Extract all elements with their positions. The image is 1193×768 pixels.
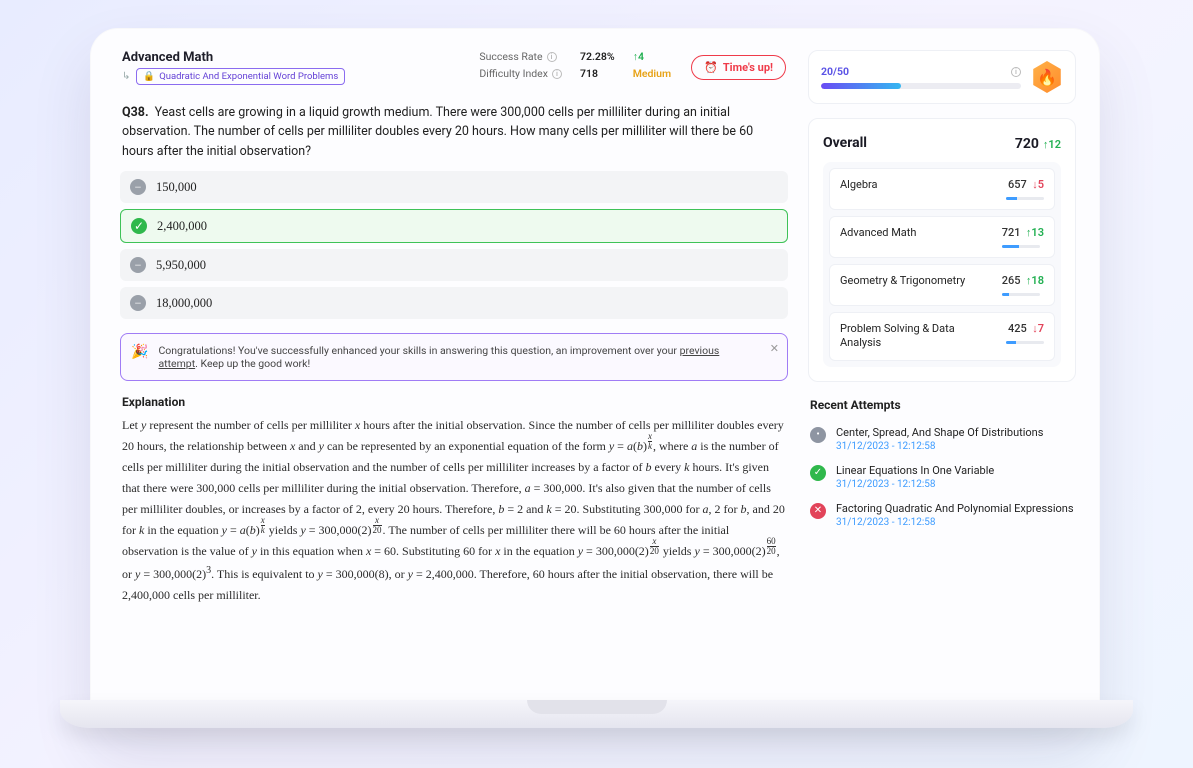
choice-label: 5,950,000: [156, 258, 206, 273]
minus-icon: −: [130, 295, 146, 311]
sidebar: 20/50 i 🔥 Overall 720 ↑12 Algebra 65: [808, 50, 1076, 706]
info-icon[interactable]: i: [1011, 67, 1021, 77]
timer-badge: ⏰ Time's up!: [691, 55, 786, 80]
attempt-date: 31/12/2023 - 12:12:58: [836, 479, 994, 490]
question-header: Advanced Math ↳ 🔒 Quadratic And Exponent…: [114, 50, 794, 93]
category-score: 657: [1008, 178, 1027, 191]
category-score: 265: [1002, 274, 1021, 287]
recent-attempt-item[interactable]: • Center, Spread, And Shape Of Distribut…: [808, 420, 1076, 458]
explanation-body: Let y represent the number of cells per …: [114, 415, 794, 606]
answer-choice-correct[interactable]: ✓ 2,400,000: [120, 209, 788, 243]
overall-delta: ↑12: [1043, 138, 1061, 151]
category-item[interactable]: Advanced Math 721 ↑13: [829, 216, 1055, 258]
breadcrumb-arrow-icon: ↳: [122, 71, 130, 82]
question-body: Q38.Yeast cells are growing in a liquid …: [114, 93, 794, 171]
subject-title: Advanced Math: [122, 50, 459, 65]
timer-label: Time's up!: [723, 61, 773, 74]
category-score: 721: [1002, 226, 1021, 239]
category-delta: ↓7: [1032, 322, 1044, 335]
topic-tag[interactable]: 🔒 Quadratic And Exponential Word Problem…: [136, 68, 345, 85]
choice-label: 18,000,000: [156, 296, 212, 311]
category-bar-fill: [1006, 197, 1017, 200]
category-score: 425: [1008, 322, 1027, 335]
choice-label: 2,400,000: [157, 219, 207, 234]
minus-icon: −: [130, 179, 146, 195]
alarm-icon: ⏰: [704, 61, 718, 74]
recent-heading: Recent Attempts: [810, 398, 1074, 412]
party-icon: 🎉: [131, 344, 148, 360]
difficulty-tag: Medium: [633, 67, 671, 80]
category-bar-fill: [1002, 293, 1010, 296]
attempt-status-icon: ✓: [810, 465, 826, 481]
category-delta: ↑18: [1026, 274, 1044, 287]
app-window: Advanced Math ↳ 🔒 Quadratic And Exponent…: [90, 28, 1100, 728]
attempt-date: 31/12/2023 - 12:12:58: [836, 441, 1043, 452]
main-content: Advanced Math ↳ 🔒 Quadratic And Exponent…: [114, 50, 794, 706]
progress-card: 20/50 i 🔥: [808, 50, 1076, 104]
category-bar-fill: [1002, 245, 1019, 248]
attempt-date: 31/12/2023 - 12:12:58: [836, 517, 1074, 528]
attempt-title: Factoring Quadratic And Polynomial Expre…: [836, 502, 1074, 515]
overall-card: Overall 720 ↑12 Algebra 657 ↓5 Advance: [808, 118, 1076, 382]
difficulty-label: Difficulty Indexi: [479, 67, 562, 80]
question-number: Q38.: [122, 105, 149, 120]
category-bar: [1002, 293, 1040, 296]
success-rate-label: Success Ratei: [479, 50, 562, 63]
congrats-text: Congratulations! You've successfully enh…: [158, 344, 759, 370]
recent-attempt-item[interactable]: ✕ Factoring Quadratic And Polynomial Exp…: [808, 496, 1076, 534]
difficulty-value: 718: [580, 67, 615, 80]
overall-title: Overall: [823, 135, 867, 151]
category-name: Geometry & Trigonometry: [840, 274, 994, 288]
lock-icon: 🔒: [143, 71, 155, 82]
category-name: Problem Solving & Data Analysis: [840, 322, 998, 351]
streak-flame-icon: 🔥: [1031, 61, 1063, 93]
device-notch: [527, 700, 667, 714]
attempt-status-icon: ✕: [810, 503, 826, 519]
congrats-banner: 🎉 Congratulations! You've successfully e…: [120, 333, 788, 381]
info-icon[interactable]: i: [547, 52, 557, 62]
recent-attempts-section: Recent Attempts • Center, Spread, And Sh…: [808, 396, 1076, 534]
success-rate-value: 72.28%: [580, 50, 615, 63]
category-name: Algebra: [840, 178, 998, 192]
attempt-status-icon: •: [810, 427, 826, 443]
success-rate-delta: ↑4: [633, 50, 671, 63]
explanation-heading: Explanation: [114, 391, 794, 415]
category-delta: ↑13: [1026, 226, 1044, 239]
progress-bar: [821, 83, 1021, 89]
overall-score: 720: [1015, 136, 1039, 152]
category-bar-fill: [1006, 341, 1016, 344]
progress-fill: [821, 83, 901, 89]
question-text: Yeast cells are growing in a liquid grow…: [122, 105, 753, 159]
stats-grid: Success Ratei 72.28% ↑4 Difficulty Index…: [479, 50, 671, 80]
category-item[interactable]: Geometry & Trigonometry 265 ↑18: [829, 264, 1055, 306]
attempt-title: Linear Equations In One Variable: [836, 464, 994, 477]
close-icon[interactable]: ✕: [770, 342, 779, 355]
answer-choices: − 150,000 ✓ 2,400,000 − 5,950,000 − 18,0…: [114, 171, 794, 319]
info-icon[interactable]: i: [552, 69, 562, 79]
category-delta: ↓5: [1032, 178, 1044, 191]
category-bar: [1006, 341, 1044, 344]
minus-icon: −: [130, 257, 146, 273]
category-bar: [1006, 197, 1044, 200]
progress-count: 20/50: [821, 65, 849, 78]
answer-choice[interactable]: − 150,000: [120, 171, 788, 203]
category-item[interactable]: Algebra 657 ↓5: [829, 168, 1055, 210]
attempt-title: Center, Spread, And Shape Of Distributio…: [836, 426, 1043, 439]
choice-label: 150,000: [156, 180, 197, 195]
check-icon: ✓: [131, 218, 147, 234]
category-item[interactable]: Problem Solving & Data Analysis 425 ↓7: [829, 312, 1055, 361]
answer-choice[interactable]: − 5,950,000: [120, 249, 788, 281]
categories-list: Algebra 657 ↓5 Advanced Math 721 ↑13 Geo…: [823, 162, 1061, 367]
answer-choice[interactable]: − 18,000,000: [120, 287, 788, 319]
category-name: Advanced Math: [840, 226, 994, 240]
topic-tag-label: Quadratic And Exponential Word Problems: [159, 71, 338, 82]
category-bar: [1002, 245, 1040, 248]
recent-attempt-item[interactable]: ✓ Linear Equations In One Variable 31/12…: [808, 458, 1076, 496]
